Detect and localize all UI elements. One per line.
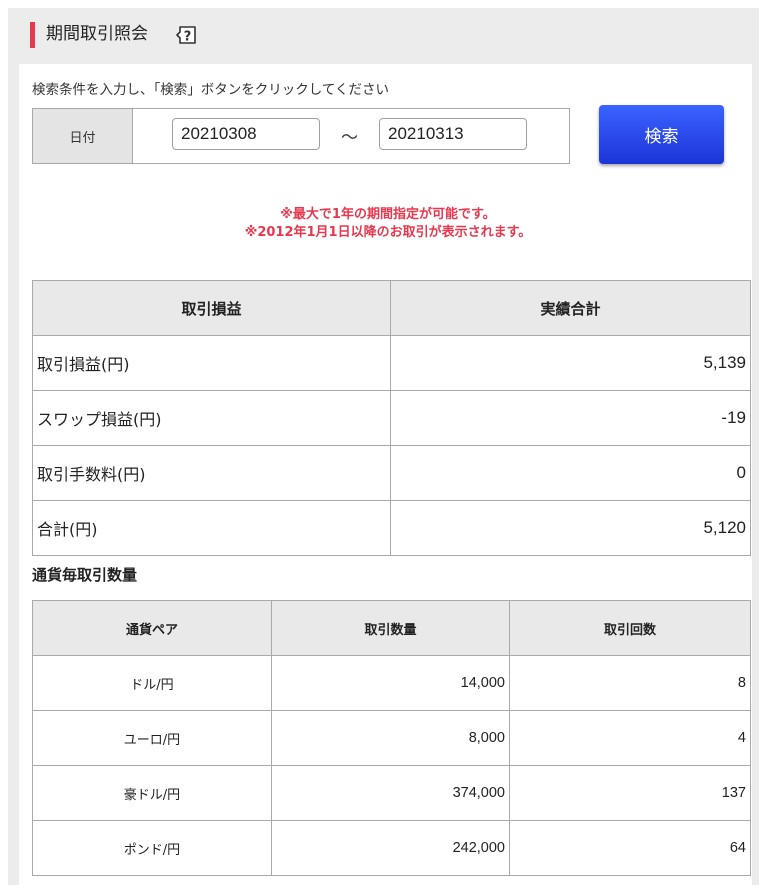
row-label: 取引手数料(円) bbox=[32, 445, 391, 501]
date-range-separator: ～ bbox=[341, 128, 358, 148]
trade-count: 8 bbox=[509, 655, 751, 711]
row-label: 取引損益(円) bbox=[32, 335, 391, 391]
table-row: 取引損益(円) 5,139 bbox=[32, 335, 751, 391]
notice-period-limit: ※最大で1年の期間指定が可能です。 bbox=[280, 207, 496, 222]
currency-pair: ドル/円 bbox=[32, 655, 272, 711]
column-header-quantity: 取引数量 bbox=[271, 600, 510, 656]
trade-count: 137 bbox=[509, 765, 751, 821]
currency-pair: 豪ドル/円 bbox=[32, 765, 272, 821]
table-header-row: 通貨ペア 取引数量 取引回数 bbox=[32, 600, 751, 656]
table-row: 豪ドル/円 374,000 137 bbox=[32, 765, 751, 821]
period-trade-inquiry-panel: 期間取引照会 ? 検索条件を入力し、「検索」ボタンをクリックしてください 日付 … bbox=[8, 8, 759, 885]
trade-count: 64 bbox=[509, 820, 751, 876]
row-value: 0 bbox=[390, 445, 751, 501]
panel-content: 検索条件を入力し、「検索」ボタンをクリックしてください 日付 ～ 検索 ※最大で… bbox=[19, 64, 752, 885]
row-value: -19 bbox=[390, 390, 751, 446]
date-label: 日付 bbox=[33, 109, 133, 163]
table-header-row: 取引損益 実績合計 bbox=[32, 280, 751, 336]
column-header-actual-total: 実績合計 bbox=[390, 280, 751, 336]
date-search-form: 日付 ～ bbox=[32, 108, 570, 164]
page-title: 期間取引照会 bbox=[46, 24, 148, 44]
date-from-input[interactable] bbox=[172, 118, 320, 150]
column-header-count: 取引回数 bbox=[509, 600, 751, 656]
table-row: ユーロ/円 8,000 4 bbox=[32, 710, 751, 766]
table-row: 合計(円) 5,120 bbox=[32, 500, 751, 556]
trade-quantity: 8,000 bbox=[271, 710, 510, 766]
currency-volume-section-title: 通貨毎取引数量 bbox=[32, 566, 138, 584]
currency-pair: ユーロ/円 bbox=[32, 710, 272, 766]
search-instruction: 検索条件を入力し、「検索」ボタンをクリックしてください bbox=[32, 82, 389, 98]
trade-count: 4 bbox=[509, 710, 751, 766]
notice-trade-start-date: ※2012年1月1日以降のお取引が表示されます。 bbox=[244, 225, 532, 240]
column-header-trade-profit: 取引損益 bbox=[32, 280, 391, 336]
table-row: スワップ損益(円) -19 bbox=[32, 390, 751, 446]
trade-quantity: 374,000 bbox=[271, 765, 510, 821]
search-button[interactable]: 検索 bbox=[599, 105, 724, 164]
row-label: スワップ損益(円) bbox=[32, 390, 391, 446]
trade-quantity: 14,000 bbox=[271, 655, 510, 711]
profit-summary-table: 取引損益 実績合計 取引損益(円) 5,139 スワップ損益(円) -19 取引… bbox=[32, 280, 751, 556]
date-to-input[interactable] bbox=[379, 118, 527, 150]
row-label: 合計(円) bbox=[32, 500, 391, 556]
table-row: ポンド/円 242,000 64 bbox=[32, 820, 751, 876]
header-accent-bar bbox=[30, 22, 35, 48]
question-mark-icon[interactable]: ? bbox=[176, 24, 198, 46]
table-row: ドル/円 14,000 8 bbox=[32, 655, 751, 711]
trade-quantity: 242,000 bbox=[271, 820, 510, 876]
row-value: 5,139 bbox=[390, 335, 751, 391]
svg-text:?: ? bbox=[184, 30, 192, 45]
row-value: 5,120 bbox=[390, 500, 751, 556]
column-header-currency-pair: 通貨ペア bbox=[32, 600, 272, 656]
currency-pair-volume-table: 通貨ペア 取引数量 取引回数 ドル/円 14,000 8 ユーロ/円 8,000… bbox=[32, 600, 751, 876]
panel-header: 期間取引照会 ? bbox=[8, 8, 759, 56]
currency-pair: ポンド/円 bbox=[32, 820, 272, 876]
table-row: 取引手数料(円) 0 bbox=[32, 445, 751, 501]
